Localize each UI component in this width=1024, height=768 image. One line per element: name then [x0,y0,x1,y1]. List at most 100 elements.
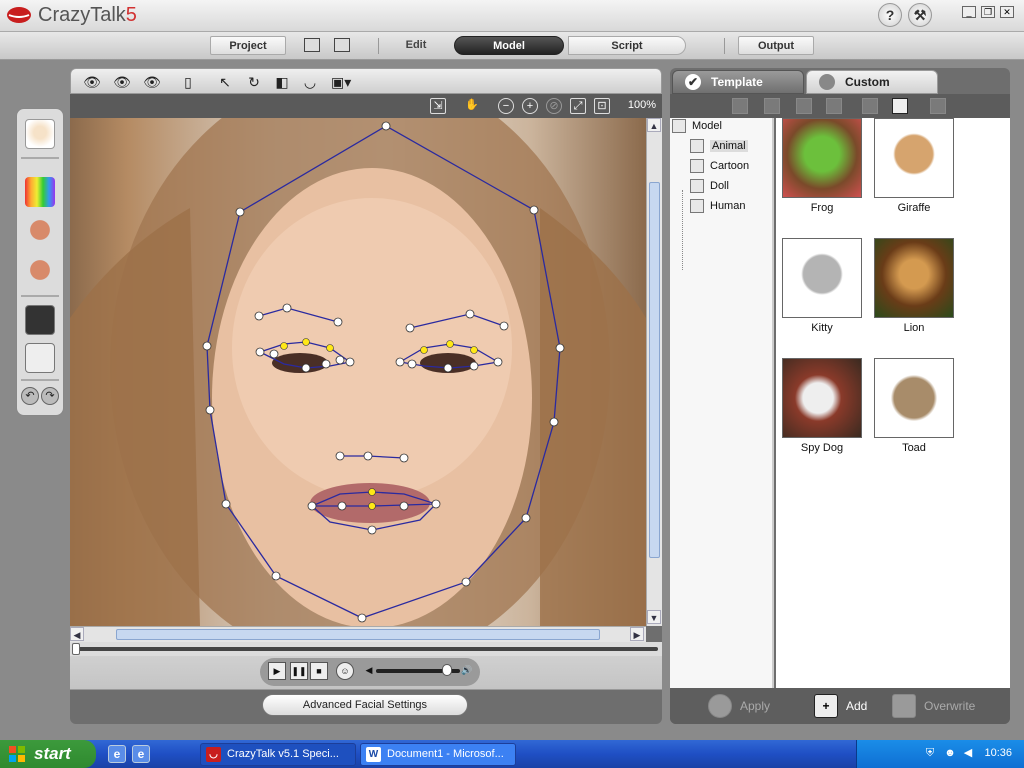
thumb-lion[interactable] [874,238,954,318]
tree-item-human[interactable]: Human [690,198,745,214]
mask-edit-icon[interactable] [25,305,55,335]
face-photo-canvas[interactable] [70,118,646,626]
thumbnail-view-icon[interactable] [892,98,908,114]
lion-image [875,239,953,317]
open-folder-icon[interactable] [732,98,748,114]
tab-custom[interactable]: Custom [806,70,938,94]
volume-knob[interactable] [442,664,452,676]
face-orientation-icon[interactable] [25,255,55,285]
messenger-icon[interactable]: ☻ [943,746,957,760]
pause-icon[interactable]: ❚❚ [290,662,308,680]
preview-face-icon[interactable]: ☺ [336,662,354,680]
overwrite-button[interactable]: Overwrite [892,694,975,718]
playback-controls: ▶ ❚❚ ■ ☺ ◀ 🔊 [70,656,662,690]
face-fitting-icon[interactable] [25,215,55,245]
pointer-icon[interactable]: ↖ [216,74,234,90]
eye-open-icon[interactable]: 👁 [83,74,101,90]
face-mesh-overlay[interactable] [70,118,646,626]
page-icon[interactable]: ▯ [179,74,197,90]
save-template-icon[interactable] [930,98,946,114]
delete-icon[interactable] [862,98,878,114]
tab-template[interactable]: ✔ Template [672,70,804,94]
task-word-document[interactable]: W Document1 - Microsof... [360,743,516,766]
add-label: Add [846,699,868,713]
tree-item-cartoon[interactable]: Cartoon [690,158,749,174]
mouth-icon[interactable]: ◡ [301,74,319,90]
lips-logo-icon [7,7,31,23]
vertical-scrollbar[interactable]: ▲ ▼ [646,118,662,626]
timeline-bar [70,642,662,656]
color-adjust-icon[interactable] [25,177,55,207]
edit-tab[interactable]: Edit [390,36,442,55]
tools-icon[interactable]: ⚒ [908,3,932,27]
toolbar-divider [21,379,59,381]
zoom-out-icon[interactable]: − [498,98,514,114]
scroll-down-icon[interactable]: ▼ [647,610,661,624]
open-folder-icon[interactable] [304,38,320,52]
fit-window-icon[interactable]: ⇲ [430,98,446,114]
close-button[interactable]: ✕ [1000,6,1014,18]
language-icon[interactable]: ⛨ [923,746,937,760]
mask-icon[interactable]: ◧ [273,74,291,90]
timeline-track[interactable] [76,647,658,651]
advanced-facial-settings-button[interactable]: Advanced Facial Settings [262,694,468,716]
rotate-icon[interactable]: ↻ [245,74,263,90]
thumb-kitty[interactable] [782,238,862,318]
thumb-toad[interactable] [874,358,954,438]
background-icon[interactable] [25,343,55,373]
tree-root-label: Model [692,120,722,132]
scroll-right-icon[interactable]: ▶ [630,627,644,641]
fit-screen-icon[interactable]: ⤢ [570,98,586,114]
play-icon[interactable]: ▶ [268,662,286,680]
thumb-frog[interactable] [782,118,862,198]
actual-size-icon[interactable]: ⊡ [594,98,610,114]
face-import-icon[interactable] [25,119,55,149]
project-tab[interactable]: Project [210,36,286,55]
preview-dropdown-icon[interactable]: ▣▾ [331,74,351,90]
timeline-scrubber[interactable] [72,643,80,655]
help-button[interactable]: ? [878,3,902,27]
copy-icon[interactable] [796,98,812,114]
horizontal-scrollbar[interactable]: ◀ ▶ [70,626,646,642]
eye-lashes-icon[interactable]: 👁 [143,74,161,90]
folder-icon [672,119,686,133]
new-file-icon[interactable] [764,98,780,114]
add-button[interactable]: + Add [814,694,867,718]
save-icon[interactable] [334,38,350,52]
vertical-scroll-thumb[interactable] [649,182,660,558]
task-crazytalk[interactable]: ◡ CrazyTalk v5.1 Speci... [200,743,356,766]
tree-root-model[interactable]: Model [672,118,722,134]
zoom-level: 100% [627,99,656,111]
internet-explorer-icon[interactable]: e [108,745,126,763]
thumb-lion-label: Lion [903,322,925,334]
no-zoom-icon[interactable]: ⊘ [546,98,562,114]
script-tab[interactable]: Script [568,36,686,55]
thumb-spy-dog[interactable] [782,358,862,438]
pan-hand-icon[interactable]: ✋ [464,98,480,114]
tree-item-doll[interactable]: Doll [690,178,729,194]
restore-button[interactable]: ❐ [981,6,995,18]
menu-divider [378,38,379,54]
menu-divider [724,38,725,54]
undo-icon[interactable]: ↶ [21,387,39,405]
quick-launch-icon[interactable]: e [132,745,150,763]
horizontal-scroll-thumb[interactable] [116,629,600,640]
stop-icon[interactable]: ■ [310,662,328,680]
thumb-giraffe[interactable] [874,118,954,198]
output-tab[interactable]: Output [738,36,814,55]
paste-icon[interactable] [826,98,842,114]
scroll-left-icon[interactable]: ◀ [70,627,84,641]
start-label: start [34,744,71,763]
folder-icon [690,139,704,153]
tree-item-animal[interactable]: Animal [690,138,748,154]
circle-icon [819,74,835,90]
model-tab[interactable]: Model [454,36,564,55]
redo-icon[interactable]: ↷ [41,387,59,405]
minimize-button[interactable]: _ [962,6,976,18]
volume-tray-icon[interactable]: ◀ [961,746,975,760]
eye-half-icon[interactable]: 👁 [113,74,131,90]
zoom-in-icon[interactable]: + [522,98,538,114]
scroll-up-icon[interactable]: ▲ [647,118,661,132]
apply-button[interactable]: Apply [708,694,770,718]
start-button[interactable]: start [0,740,96,768]
